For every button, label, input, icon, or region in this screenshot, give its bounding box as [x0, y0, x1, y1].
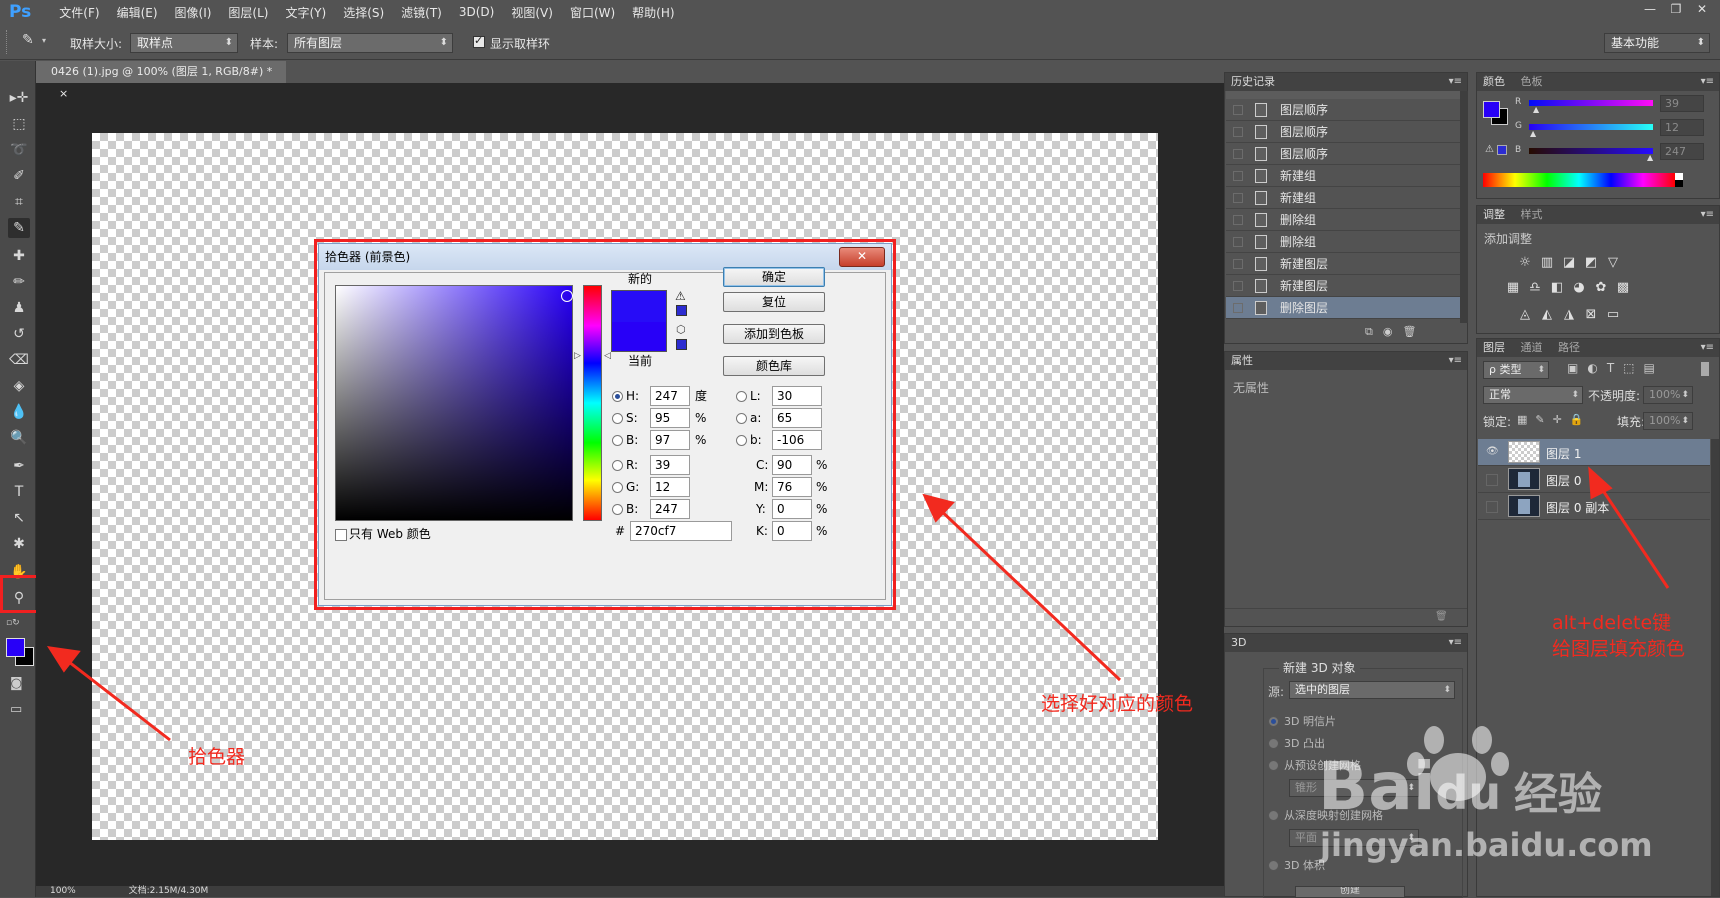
annotation-fill-desc: 给图层填充颜色	[1552, 638, 1686, 660]
annotation-fill-shortcut: alt+delete键	[1552, 612, 1672, 634]
watermark-brand: Baidu	[1318, 748, 1501, 825]
watermark-url: jingyan.baidu.com	[1320, 826, 1653, 864]
arrow-to-dialog	[933, 503, 1122, 682]
watermark-du: du	[1435, 766, 1502, 820]
arrow-head-icon	[1588, 466, 1613, 500]
watermark-cn: 经验	[1514, 769, 1602, 820]
annotation-picker-tool: 拾色器	[188, 746, 246, 768]
arrow-to-color-swatch	[59, 653, 171, 742]
arrow-to-layer	[1594, 479, 1670, 589]
annotation-choose-color: 选择好对应的颜色	[1041, 693, 1194, 715]
watermark-bai: Bai	[1318, 748, 1436, 825]
